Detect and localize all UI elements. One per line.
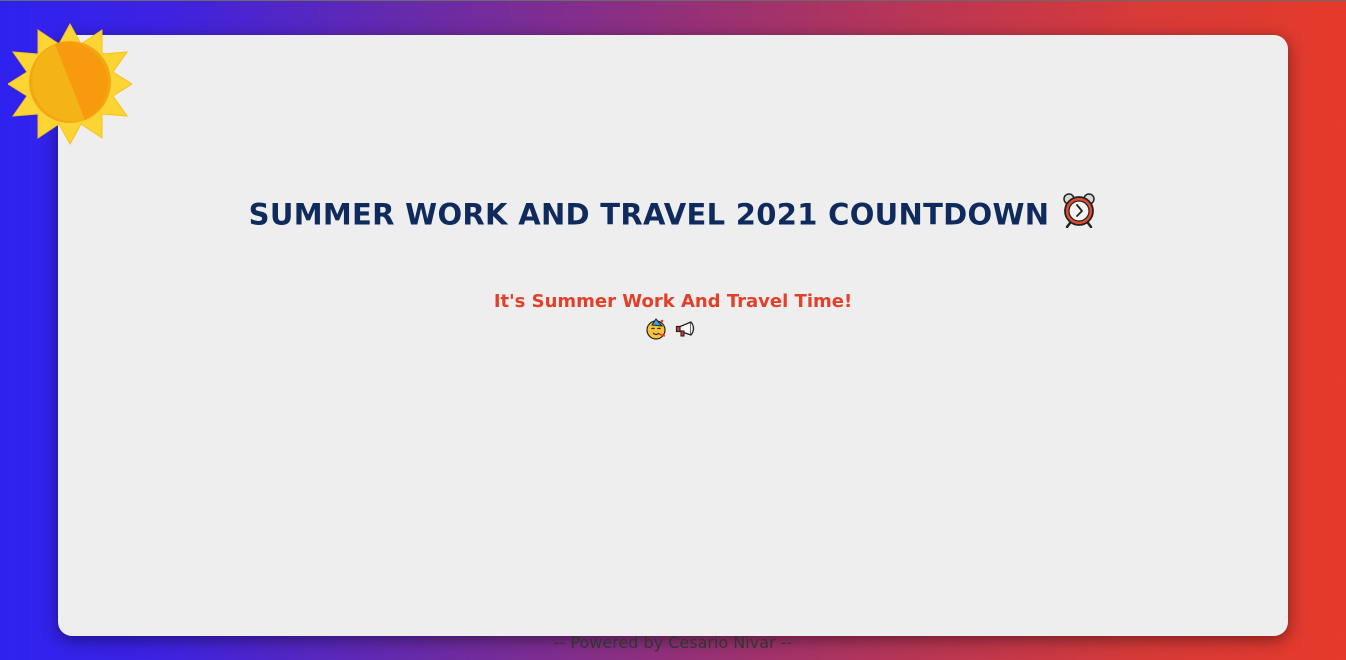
page-title-text: SUMMER WORK AND TRAVEL 2021 COUNTDOWN <box>248 197 1050 232</box>
top-border <box>0 0 1346 1</box>
powered-by-footer: -- Powered by Cesario Nivar -- <box>553 633 793 652</box>
sun-icon <box>7 22 133 146</box>
message-emojis <box>58 318 1288 342</box>
partying-face-icon <box>643 318 673 340</box>
countdown-card: SUMMER WORK AND TRAVEL 2021 COUNTDOWN It… <box>58 35 1288 652</box>
page-title: SUMMER WORK AND TRAVEL 2021 COUNTDOWN <box>58 192 1288 238</box>
summer-message: It's Summer Work And Travel Time! <box>493 291 853 312</box>
megaphone-icon <box>673 320 703 337</box>
alarm-clock-icon <box>1061 192 1097 235</box>
